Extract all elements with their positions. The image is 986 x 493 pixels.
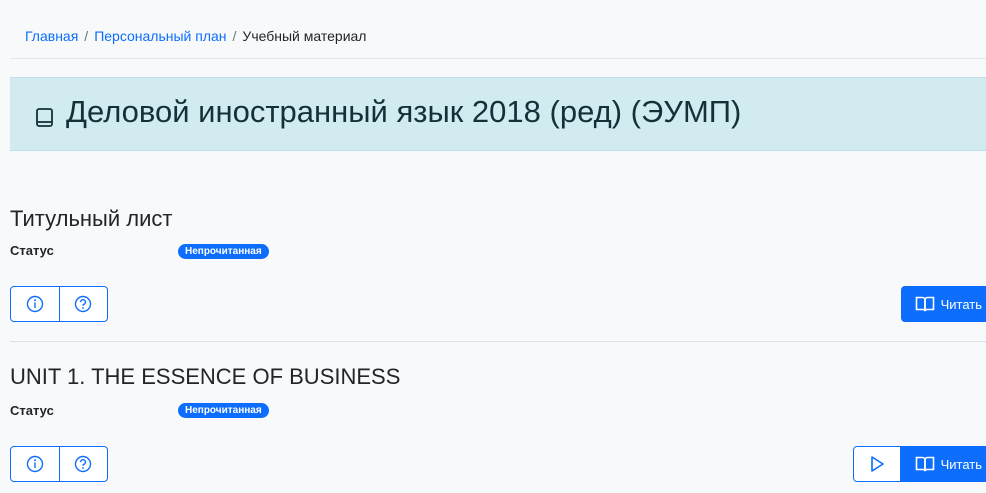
book-outline-icon bbox=[34, 101, 56, 127]
read-button[interactable]: Читать bbox=[900, 286, 986, 322]
status-label: Статус bbox=[10, 243, 54, 258]
play-icon bbox=[870, 456, 884, 472]
open-book-icon bbox=[915, 296, 934, 312]
info-icon bbox=[26, 455, 43, 473]
breadcrumb-divider bbox=[10, 58, 986, 59]
question-icon bbox=[75, 455, 92, 473]
material-title: UNIT 1. THE ESSENCE OF BUSINESS bbox=[10, 364, 401, 389]
material-item: UNIT 1. THE ESSENCE OF BUSINESS Статус Н… bbox=[10, 360, 986, 493]
read-group: Читать bbox=[900, 286, 986, 322]
material-actions-group bbox=[10, 286, 108, 322]
help-button[interactable] bbox=[58, 447, 108, 481]
row-divider bbox=[10, 341, 986, 342]
breadcrumb-home-link[interactable]: Главная bbox=[25, 28, 78, 44]
read-group: Читать bbox=[852, 446, 986, 482]
read-button-label: Читать bbox=[940, 296, 982, 312]
help-button[interactable] bbox=[58, 287, 108, 321]
course-header: Деловой иностранный язык 2018 (ред) (ЭУМ… bbox=[10, 77, 986, 151]
read-button-label: Читать bbox=[940, 456, 982, 472]
breadcrumb-separator: / bbox=[84, 28, 89, 44]
page: Главная / Персональный план / Учебный матери… bbox=[0, 0, 986, 493]
material-title: Титульный лист bbox=[10, 206, 173, 231]
read-button[interactable]: Читать bbox=[900, 446, 986, 482]
material-actions-group bbox=[10, 446, 108, 482]
breadcrumb: Главная / Персональный план / Учебный матери… bbox=[25, 28, 366, 44]
status-badge: Непрочитанная bbox=[178, 244, 269, 259]
breadcrumb-separator: / bbox=[232, 28, 237, 44]
material-item: Титульный лист Статус Непрочитанная Чита… bbox=[10, 200, 986, 340]
breadcrumb-current: Учебный материал bbox=[242, 28, 367, 44]
play-button[interactable] bbox=[852, 446, 901, 482]
info-icon bbox=[26, 295, 43, 313]
breadcrumb-plan-link[interactable]: Персональный план bbox=[94, 28, 226, 44]
question-icon bbox=[75, 295, 92, 313]
status-badge: Непрочитанная bbox=[178, 403, 269, 418]
info-button[interactable] bbox=[11, 447, 59, 481]
course-title-row: Деловой иностранный язык 2018 (ред) (ЭУМ… bbox=[34, 94, 741, 130]
open-book-icon bbox=[915, 456, 934, 472]
status-label: Статус bbox=[10, 403, 54, 418]
info-button[interactable] bbox=[11, 287, 59, 321]
course-title: Деловой иностранный язык 2018 (ред) (ЭУМ… bbox=[66, 94, 742, 129]
